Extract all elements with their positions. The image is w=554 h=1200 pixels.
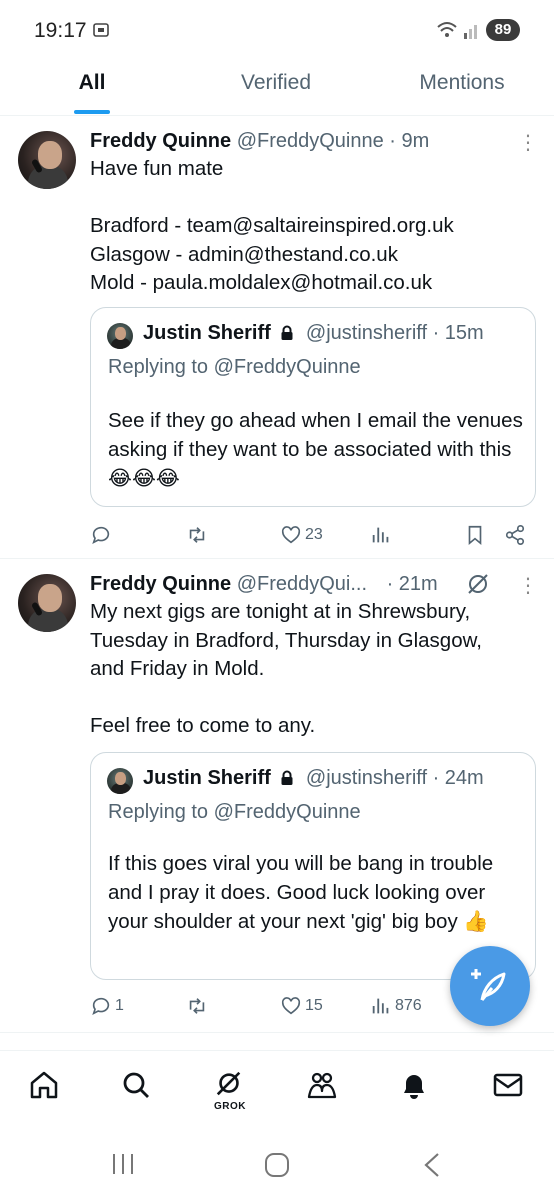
post-text: My next gigs are tonight at in Shrewsbur… xyxy=(90,600,482,737)
quote-author-name: Justin Sheriff xyxy=(143,322,271,344)
nav-home[interactable] xyxy=(28,1069,64,1109)
quote-author-handle: @justinsheriff xyxy=(305,767,428,789)
grok-icon[interactable] xyxy=(466,572,490,596)
tab-mentions[interactable]: Mentions xyxy=(400,62,524,116)
notifications-icon xyxy=(404,1075,424,1099)
quote-header: Justin Sheriff @justinsheriff · 15m xyxy=(143,322,484,345)
messages-icon xyxy=(493,1073,523,1097)
like-button[interactable]: 23 xyxy=(280,523,323,547)
like-count: 23 xyxy=(305,526,323,543)
battery-indicator: 89 xyxy=(486,19,520,41)
home-button-icon[interactable] xyxy=(264,1152,290,1178)
nav-notifications[interactable] xyxy=(398,1069,434,1109)
quoted-post[interactable]: Justin Sheriff @justinsheriff · 24m Repl… xyxy=(90,752,536,980)
bottom-navigation: GROK xyxy=(0,1050,554,1130)
system-navigation-bar xyxy=(0,1130,554,1200)
views-icon xyxy=(372,998,389,1014)
views-count: 876 xyxy=(395,997,422,1014)
views-icon xyxy=(372,527,389,543)
views-button[interactable] xyxy=(370,523,395,547)
repost-icon xyxy=(189,998,205,1014)
grok-label: GROK xyxy=(214,1101,246,1112)
author-name[interactable]: Freddy Quinne xyxy=(90,130,231,152)
like-button[interactable]: 15 xyxy=(280,994,323,1018)
post-header: Freddy Quinne @FreddyQui... · 21m xyxy=(90,573,438,596)
avatar[interactable] xyxy=(18,574,76,632)
more-options-icon[interactable]: ⋮ xyxy=(518,576,538,596)
quote-author-handle: @justinsheriff xyxy=(305,322,428,344)
replying-to: Replying to @FreddyQuinne xyxy=(108,356,361,378)
replying-to: Replying to @FreddyQuinne xyxy=(108,801,361,823)
bookmark-icon xyxy=(468,525,482,546)
quote-text: See if they go ahead when I email the ve… xyxy=(108,409,523,490)
nav-search[interactable] xyxy=(120,1069,156,1109)
lock-icon xyxy=(281,325,293,340)
screen-record-icon xyxy=(93,23,109,37)
share-icon xyxy=(505,525,525,545)
author-handle[interactable]: @FreddyQui... xyxy=(237,573,367,595)
active-tab-indicator xyxy=(74,110,110,114)
reply-icon xyxy=(92,526,110,544)
quote-header: Justin Sheriff @justinsheriff · 24m xyxy=(143,767,484,790)
reply-icon xyxy=(92,997,110,1015)
repost-button[interactable] xyxy=(186,994,211,1018)
author-handle[interactable]: @FreddyQuinne xyxy=(237,130,384,152)
compose-feather-icon xyxy=(471,969,506,1001)
quote-avatar xyxy=(107,768,133,794)
post-time: · 9m xyxy=(389,130,430,152)
nav-grok[interactable]: GROK xyxy=(214,1069,250,1112)
status-bar: 19:17 89 xyxy=(0,0,554,62)
notification-tabs: All Verified Mentions xyxy=(0,62,554,116)
tab-all[interactable]: All xyxy=(40,62,144,116)
back-icon[interactable] xyxy=(422,1152,442,1178)
nav-messages[interactable] xyxy=(492,1069,528,1109)
post-divider xyxy=(0,558,554,559)
avatar[interactable] xyxy=(18,131,76,189)
status-time: 19:17 xyxy=(34,19,87,42)
quoted-post[interactable]: Justin Sheriff @justinsheriff · 15m Repl… xyxy=(90,307,536,507)
nav-communities[interactable] xyxy=(306,1069,342,1109)
share-button[interactable] xyxy=(504,523,526,547)
post-1[interactable]: Freddy Quinne @FreddyQuinne · 9m ⋮ Have … xyxy=(0,117,554,557)
reply-count: 1 xyxy=(115,997,124,1014)
author-name[interactable]: Freddy Quinne xyxy=(90,573,231,595)
quote-avatar xyxy=(107,323,133,349)
heart-icon xyxy=(281,526,301,544)
post-actions: 23 xyxy=(0,523,554,547)
views-button[interactable]: 876 xyxy=(370,994,422,1018)
repost-icon xyxy=(189,527,205,543)
tab-verified[interactable]: Verified xyxy=(210,62,342,116)
post-header: Freddy Quinne @FreddyQuinne · 9m xyxy=(90,130,429,153)
communities-icon xyxy=(307,1072,337,1099)
quote-time: · 15m xyxy=(432,322,484,344)
reply-button[interactable] xyxy=(90,523,115,547)
recent-apps-icon[interactable] xyxy=(110,1152,136,1176)
home-icon xyxy=(30,1071,58,1099)
post-time: · 21m xyxy=(386,573,438,595)
reply-button[interactable]: 1 xyxy=(90,994,124,1018)
more-options-icon[interactable]: ⋮ xyxy=(518,133,538,153)
quote-time: · 24m xyxy=(432,767,484,789)
lock-icon xyxy=(281,770,293,785)
heart-icon xyxy=(281,997,301,1015)
quote-author-name: Justin Sheriff xyxy=(143,767,271,789)
post-divider xyxy=(0,1032,554,1033)
like-count: 15 xyxy=(305,997,323,1014)
quote-text: If this goes viral you will be bang in t… xyxy=(108,852,494,933)
bookmark-button[interactable] xyxy=(464,523,486,547)
wifi-signal-icon xyxy=(437,22,477,39)
repost-button[interactable] xyxy=(186,523,211,547)
post-text: Have fun mate Bradford - team@saltairein… xyxy=(90,157,454,294)
grok-icon xyxy=(216,1071,241,1096)
compose-post-button[interactable] xyxy=(450,946,530,1026)
search-icon xyxy=(123,1072,149,1098)
